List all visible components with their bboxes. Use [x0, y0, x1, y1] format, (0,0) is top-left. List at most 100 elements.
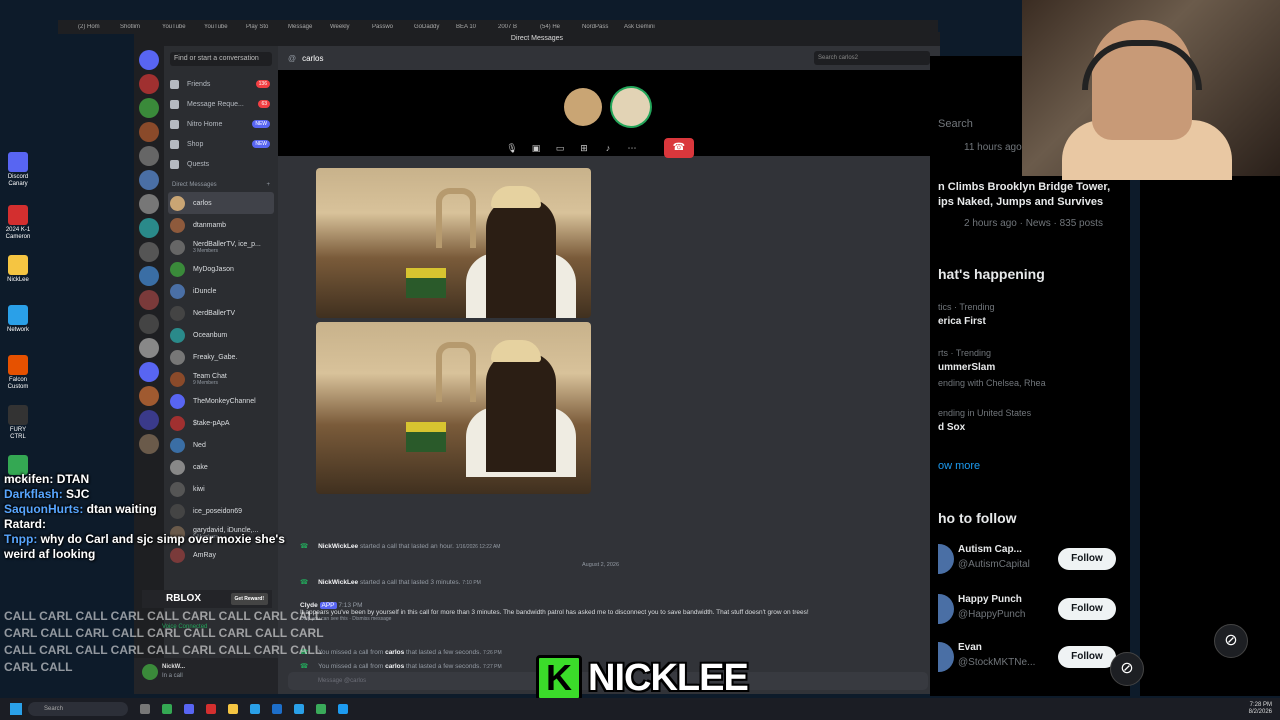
server-icon[interactable] [139, 194, 159, 214]
hang-up-button[interactable]: ☎ [664, 138, 694, 158]
follow-name[interactable]: Autism Cap... [958, 544, 1022, 555]
screen-share-icon[interactable]: ▭ [552, 140, 568, 156]
taskbar-clock[interactable]: 7:28 PM 8/2/2026 [1249, 702, 1272, 716]
avatar[interactable] [938, 544, 954, 574]
soundboard-icon[interactable]: ♪ [600, 140, 616, 156]
server-icon[interactable] [139, 122, 159, 142]
app-icon[interactable] [272, 704, 282, 714]
news-headline[interactable]: n Climbs Brooklyn Bridge Tower, ips Nake… [938, 180, 1128, 210]
home-icon[interactable] [139, 50, 159, 70]
add-dm-button[interactable]: + [266, 182, 270, 188]
search-input[interactable]: Search carlos2 [814, 51, 930, 65]
desktop-icon[interactable]: NickLee [4, 255, 32, 284]
show-more-link[interactable]: ow more [938, 460, 980, 472]
nav-item[interactable]: Friends 136 [164, 74, 278, 94]
activities-icon[interactable]: ⊞ [576, 140, 592, 156]
follow-button[interactable]: Follow [1058, 646, 1116, 668]
dm-item[interactable]: MyDogJason [164, 258, 278, 280]
server-icon[interactable] [139, 314, 159, 334]
browser-tab[interactable]: Ask Gemini [624, 24, 664, 30]
app-icon[interactable] [294, 704, 304, 714]
nav-item[interactable]: Quests [164, 154, 278, 174]
server-icon[interactable] [139, 266, 159, 286]
server-icon[interactable] [139, 242, 159, 262]
follow-name[interactable]: Evan [958, 642, 982, 653]
server-icon[interactable] [139, 410, 159, 430]
desktop-icon[interactable]: 2024 K-1 Cameron [4, 205, 32, 241]
desktop-icon[interactable]: FURY CTRL [4, 405, 32, 441]
nav-item[interactable]: Message Reque... 63 [164, 94, 278, 114]
dm-item[interactable]: Ned [164, 434, 278, 456]
dm-item[interactable]: NerdBallerTV, ice_p... 3 Members [164, 236, 278, 258]
browser-tab[interactable]: (54) He [540, 24, 580, 30]
browser-tab[interactable]: YouTube [162, 24, 202, 30]
browser-tab[interactable]: Shotlim [120, 24, 160, 30]
nav-item[interactable]: Shop NEW [164, 134, 278, 154]
dm-item[interactable]: carlos [168, 192, 274, 214]
browser-tab[interactable]: GoDaddy [414, 24, 454, 30]
get-reward-button[interactable]: Get Reward! [230, 593, 268, 605]
x-search-input[interactable]: Search [938, 118, 973, 130]
microphone-icon[interactable]: 🎙 [504, 140, 520, 156]
message-author[interactable]: NickWickLee [318, 579, 358, 586]
dm-item[interactable]: NerdBallerTV [164, 302, 278, 324]
browser-tab[interactable]: BEA 10 [456, 24, 496, 30]
dm-item[interactable]: TheMonkeyChannel [164, 390, 278, 412]
avatar[interactable] [938, 594, 954, 624]
server-icon[interactable] [139, 338, 159, 358]
app-icon[interactable] [316, 704, 326, 714]
file-explorer-icon[interactable] [228, 704, 238, 714]
nav-item[interactable]: Nitro Home NEW [164, 114, 278, 134]
avatar[interactable] [938, 642, 954, 672]
browser-tab[interactable]: 2007 B [498, 24, 538, 30]
browser-tab[interactable]: Weekly [330, 24, 370, 30]
dm-item[interactable]: Team Chat 9 Members [164, 368, 278, 390]
app-icon[interactable] [206, 704, 216, 714]
dm-item[interactable]: Freaky_Gabe. [164, 346, 278, 368]
trend-name[interactable]: d Sox [938, 422, 965, 433]
task-view-icon[interactable] [140, 704, 150, 714]
browser-tab[interactable]: YouTube [204, 24, 244, 30]
grok-icon[interactable]: ⊘ [1214, 624, 1248, 658]
app-icon[interactable] [250, 704, 260, 714]
server-icon[interactable] [139, 362, 159, 382]
trend-name[interactable]: ummerSlam [938, 362, 995, 373]
server-icon[interactable] [139, 170, 159, 190]
server-icon[interactable] [139, 218, 159, 238]
message-author[interactable]: carlos [385, 649, 404, 656]
app-icon[interactable] [338, 704, 348, 714]
dm-item[interactable]: Oceanbum [164, 324, 278, 346]
message-author[interactable]: NickWickLee [318, 543, 358, 550]
discord-icon[interactable] [184, 704, 194, 714]
browser-tab[interactable]: Play Sto [246, 24, 286, 30]
dm-item[interactable]: $take-pApA [164, 412, 278, 434]
trend-name[interactable]: erica First [938, 316, 986, 327]
browser-tab[interactable]: Passwo [372, 24, 412, 30]
server-icon[interactable] [139, 434, 159, 454]
server-icon[interactable] [139, 74, 159, 94]
dm-item[interactable]: dtanmamb [164, 214, 278, 236]
camera-icon[interactable]: ▣ [528, 140, 544, 156]
desktop-icon[interactable]: Discord Canary [4, 152, 32, 188]
server-icon[interactable] [139, 290, 159, 310]
image-attachment[interactable] [316, 322, 591, 494]
message-author[interactable]: carlos [385, 663, 404, 670]
browser-tab[interactable]: (2) Hom [78, 24, 118, 30]
dm-item[interactable]: iDuncle [164, 280, 278, 302]
desktop-icon[interactable]: Falcon Custom [4, 355, 32, 391]
browser-tab[interactable]: NordPass [582, 24, 622, 30]
server-icon[interactable] [139, 98, 159, 118]
browser-tab[interactable]: Message [288, 24, 328, 30]
image-attachment[interactable] [316, 168, 591, 318]
taskbar-search[interactable]: Search [28, 702, 128, 716]
follow-button[interactable]: Follow [1058, 548, 1116, 570]
server-icon[interactable] [139, 386, 159, 406]
follow-name[interactable]: Happy Punch [958, 594, 1022, 605]
more-icon[interactable]: ⋯ [624, 140, 640, 156]
follow-button[interactable]: Follow [1058, 598, 1116, 620]
windows-start-icon[interactable] [10, 703, 22, 715]
server-icon[interactable] [139, 146, 159, 166]
desktop-icon[interactable]: Network [4, 305, 32, 334]
find-conversation-input[interactable]: Find or start a conversation [170, 52, 272, 66]
grok-icon[interactable]: ⊘ [1110, 652, 1144, 686]
